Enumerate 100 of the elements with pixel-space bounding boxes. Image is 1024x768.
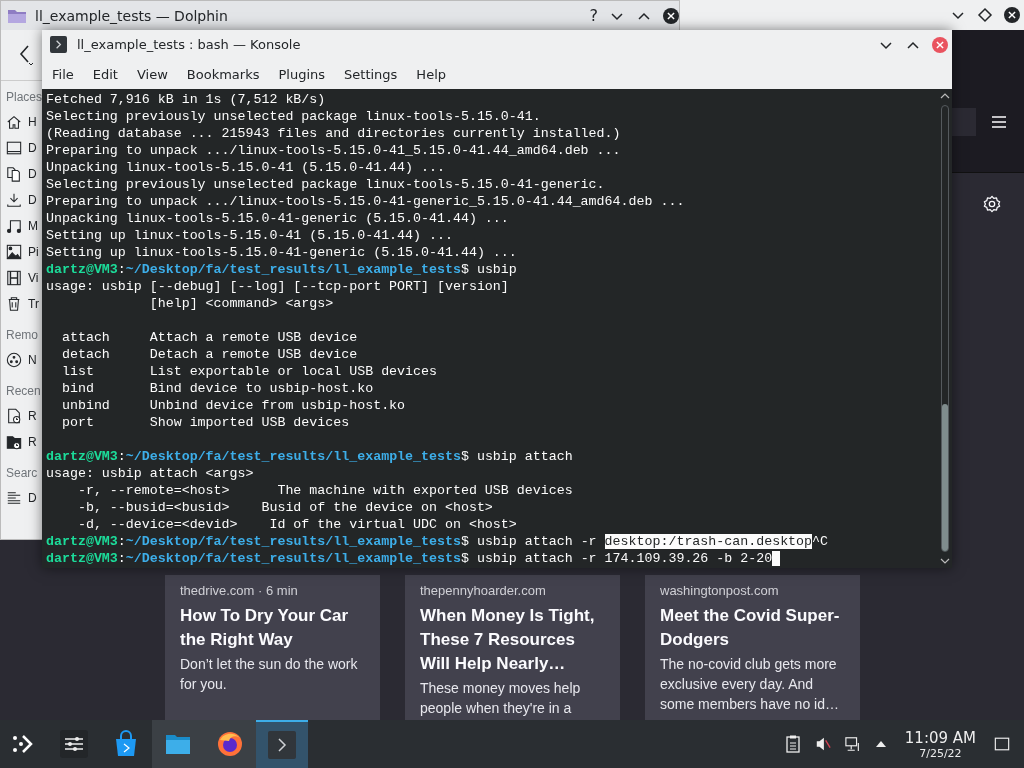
terminal-line: Preparing to unpack .../linux-tools-5.15.0-41_5.15.0-41.44_amd64.deb ... <box>46 142 622 159</box>
menu-item[interactable]: Plugins <box>270 66 334 82</box>
terminal-line: Preparing to unpack .../linux-tools-5.15.0-41-generic_5.15.0-41.44_amd64.deb ... <box>46 193 686 210</box>
sidebar-item[interactable]: Tr <box>28 297 39 311</box>
menu-item[interactable]: Bookmarks <box>178 66 268 82</box>
settings-icon[interactable] <box>983 195 1001 213</box>
sidebar-item[interactable]: M <box>28 219 38 233</box>
terminal-line: list List exportable or local USB devices <box>60 363 438 380</box>
window-title: ll_example_tests — Dolphin <box>35 7 229 24</box>
terminal-line: Selecting previously unselected package linux-tools-5.15.0-41-generic. <box>46 176 606 193</box>
terminal-line: attach Attach a remote USB device <box>60 329 359 346</box>
help-button[interactable]: ? <box>589 6 598 25</box>
terminal-line: -d, --device=<devid> Id of the virtual UDC on <host> <box>76 516 518 533</box>
network-icon[interactable] <box>844 735 861 753</box>
terminal-line: Unpacking linux-tools-5.15.0-41-generic (5.15.0-41.44) ... <box>46 210 510 227</box>
back-icon[interactable] <box>18 44 34 66</box>
news-card[interactable]: thepennyhoarder.com When Money Is Tight, These 7 Resources Will Help Nearly… These money moves help people when they're in a <box>405 575 620 720</box>
news-headline[interactable]: Meet the Covid Super-Dodgers <box>660 604 845 652</box>
news-summary: These money moves help people when they're in a <box>420 679 582 718</box>
scroll-up-icon[interactable] <box>940 93 950 99</box>
network-icon <box>6 352 22 368</box>
terminal-line: port Show imported USB devices <box>60 414 351 431</box>
terminal-line: usage: usbip [--debug] [--log] [--tcp-port PORT] [version] <box>46 278 510 295</box>
sidebar-heading: Searc <box>6 465 38 482</box>
sliders-icon <box>60 730 88 758</box>
terminal-line: Setting up linux-tools-5.15.0-41-generic (5.15.0-41.44) ... <box>46 244 518 261</box>
scroll-down-icon[interactable] <box>940 558 950 564</box>
news-headline[interactable]: How To Dry Your Car the Right Way <box>180 604 365 652</box>
sidebar-item[interactable]: D <box>28 141 37 155</box>
news-source: washingtonpost.com <box>660 583 780 598</box>
film-icon <box>6 270 22 286</box>
terminal-line: detach Detach a remote USB device <box>60 346 359 363</box>
clock-time[interactable]: 11:09 AM <box>904 728 976 747</box>
sidebar-heading: Places <box>6 89 43 106</box>
restore-icon[interactable] <box>977 7 993 23</box>
menu-item[interactable]: View <box>128 66 176 82</box>
terminal-line: usage: usbip attach <args> <box>46 465 255 482</box>
trash-icon <box>6 296 22 312</box>
caret-icon[interactable] <box>874 740 887 748</box>
sidebar-item[interactable]: D <box>28 167 37 181</box>
news-headline[interactable]: When Money Is Tight, These 7 Resources Will Help Nearly… <box>420 604 605 676</box>
news-source: thedrive.com · 6 min <box>180 583 299 598</box>
close-icon[interactable] <box>1004 7 1020 23</box>
terminal-icon <box>268 731 296 759</box>
recent-file-icon <box>6 408 22 424</box>
terminal-line: Unpacking linux-tools-5.15.0-41 (5.15.0-41.44) ... <box>46 159 446 176</box>
sidebar-heading: Recen <box>6 383 41 400</box>
clock-date[interactable]: 7/25/22 <box>919 746 962 760</box>
menu-item[interactable]: Help <box>408 66 454 82</box>
taskbar-app[interactable] <box>256 720 308 768</box>
terminal-line: Setting up linux-tools-5.15.0-41 (5.15.0-41.44) ... <box>46 227 454 244</box>
sidebar-item[interactable]: D <box>28 193 37 207</box>
sidebar-item[interactable]: Pi <box>28 245 39 259</box>
terminal-line: Fetched 7,916 kB in 1s (7,512 kB/s) <box>46 91 327 108</box>
news-card[interactable]: washingtonpost.com Meet the Covid Super-Dodgers The no-covid club gets more exclusive every day. And some members have no id… <box>645 575 860 720</box>
menu-item[interactable]: Settings <box>336 66 406 82</box>
prompt-line: dartz@VM3:~/Desktop/fa/test_results/ll_example_tests$ usbip attach <box>46 448 573 465</box>
sidebar-item[interactable]: D <box>28 491 37 505</box>
text-lines-icon <box>6 490 22 506</box>
taskbar-app[interactable] <box>204 720 256 768</box>
news-summary: Don’t let the sun do the work for you. <box>180 655 359 694</box>
download-icon <box>6 192 22 208</box>
prompt-line: dartz@VM3:~/Desktop/fa/test_results/ll_example_tests$ usbip attach -r desktop:/trash-can.desktop^C <box>46 533 829 550</box>
prompt-line: dartz@VM3:~/Desktop/fa/test_results/ll_example_tests$ usbip attach -r 174.109.39.26 -b 2-20 <box>46 550 773 567</box>
sidebar-item[interactable]: R <box>28 409 37 423</box>
browser-icon <box>216 730 244 758</box>
window-title: ll_example_tests : bash — Konsole <box>77 37 302 52</box>
sidebar-item[interactable]: H <box>28 115 37 129</box>
drive-icon <box>6 140 22 156</box>
picture-icon <box>6 244 22 260</box>
show-desktop-icon[interactable] <box>994 735 1010 753</box>
home-icon <box>6 114 22 130</box>
taskbar-app[interactable] <box>152 720 204 768</box>
terminal-icon <box>50 36 67 53</box>
music-note-icon <box>6 218 22 234</box>
documents-icon <box>6 166 22 182</box>
folder-icon <box>7 7 27 24</box>
muted-speaker-icon[interactable] <box>814 735 831 753</box>
terminal-line: -r, --remote=<host> The machine with exported USB devices <box>76 482 574 499</box>
news-source: thepennyhoarder.com <box>420 583 547 598</box>
menu-item[interactable]: Edit <box>84 66 126 82</box>
sidebar-heading: Remo <box>6 327 38 344</box>
sidebar-item[interactable]: N <box>28 353 37 367</box>
menu-icon[interactable] <box>992 116 1006 128</box>
sidebar-item[interactable]: Vi <box>28 271 39 285</box>
prompt-line: dartz@VM3:~/Desktop/fa/test_results/ll_example_tests$ usbip <box>46 261 517 278</box>
menu-item[interactable]: File <box>44 66 82 82</box>
close-icon[interactable] <box>663 7 679 24</box>
terminal-line: -b, --busid=<busid> Busid of the device on <host> <box>76 499 494 516</box>
clipboard-icon[interactable] <box>784 735 801 753</box>
news-summary: The no-covid club gets more exclusive every day. And some members have no id… <box>660 655 840 714</box>
terminal-line: bind Bind device to usbip-host.ko <box>60 380 375 397</box>
terminal-line: [help] <command> <args> <box>148 295 335 312</box>
terminal-line: (Reading database ... 215943 files and directories currently installed.) <box>46 125 622 142</box>
news-card[interactable]: thedrive.com · 6 min How To Dry Your Car the Right Way Don’t let the sun do the work for you. <box>165 575 380 720</box>
terminal-line: unbind Unbind device from usbip-host.ko <box>60 397 407 414</box>
terminal-line: Selecting previously unselected package linux-tools-5.15.0-41. <box>46 108 542 125</box>
sidebar-item[interactable]: R <box>28 435 37 449</box>
scrollbar-thumb[interactable] <box>942 404 948 551</box>
recent-folder-icon <box>6 434 22 450</box>
